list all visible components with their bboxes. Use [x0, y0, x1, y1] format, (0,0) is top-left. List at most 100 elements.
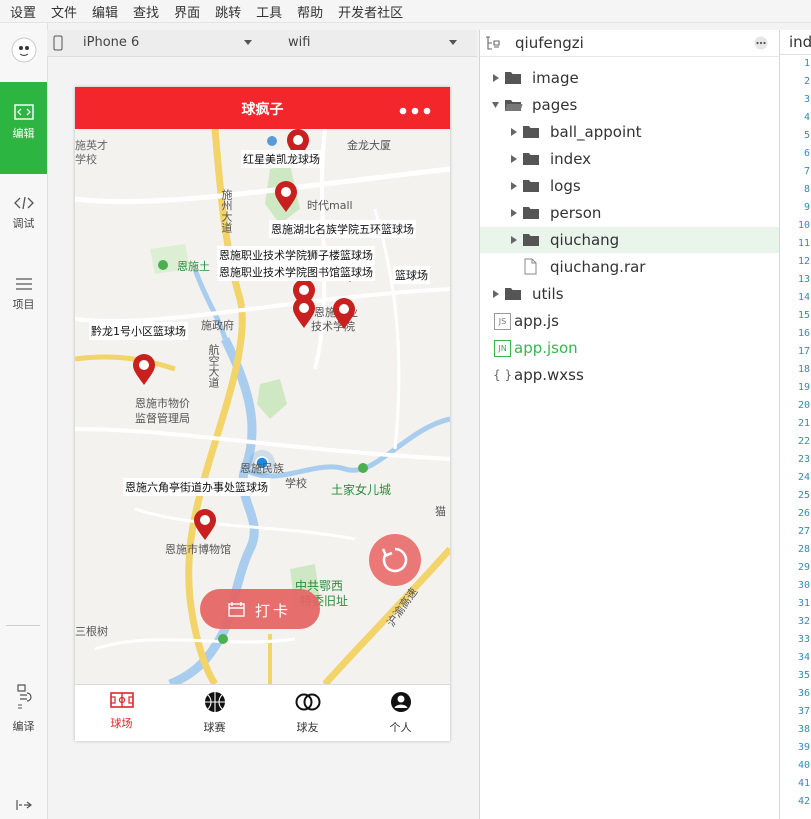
chevron-down-icon[interactable] [244, 40, 252, 45]
js-file-icon: JS [494, 313, 511, 330]
tab-profile[interactable]: 个人 [354, 691, 447, 735]
court-marker[interactable] [332, 298, 356, 330]
line-number: 28 [797, 544, 810, 555]
line-number: 5 [803, 130, 810, 141]
court-marker[interactable] [193, 509, 217, 541]
menu-tools[interactable]: 工具 [256, 2, 282, 21]
line-number: 1 [803, 58, 810, 69]
split-icon [15, 800, 32, 810]
line-number: 41 [797, 778, 810, 789]
line-number: 21 [797, 418, 810, 429]
line-number: 27 [797, 526, 810, 537]
editor-tab[interactable]: ind [780, 30, 811, 55]
tree-folder[interactable]: pages [480, 92, 779, 118]
folder-icon [505, 288, 521, 300]
tree-item-label: logs [550, 177, 581, 195]
line-number: 15 [797, 310, 810, 321]
line-number: 26 [797, 508, 810, 519]
chevron-right-icon [511, 182, 517, 190]
line-number: 6 [803, 148, 810, 159]
tree-item-label: pages [532, 96, 578, 114]
friends-icon [295, 693, 320, 711]
app-tabbar: 球场 球赛 球友 个人 [75, 684, 450, 741]
court-marker[interactable] [274, 181, 298, 213]
tree-item-label: app.js [514, 312, 559, 330]
calendar-icon [228, 602, 245, 617]
activity-compile[interactable]: 编译 [0, 683, 47, 734]
tab-matches[interactable]: 球赛 [168, 691, 261, 735]
tree-folder[interactable]: person [480, 200, 779, 226]
profile-icon [390, 692, 411, 712]
checkin-button[interactable]: 打卡 [200, 589, 320, 629]
basketball-icon [204, 692, 225, 712]
activity-debug[interactable]: 调试 [0, 196, 47, 231]
line-number: 14 [797, 292, 810, 303]
menu-help[interactable]: 帮助 [297, 2, 323, 21]
activity-edit[interactable]: 编辑 [0, 82, 47, 174]
menu-view[interactable]: 界面 [174, 2, 200, 21]
line-number: 7 [803, 166, 810, 177]
tree-folder[interactable]: qiuchang [480, 227, 779, 253]
chevron-right-icon [493, 290, 499, 298]
tree-file[interactable]: JN app.json [480, 335, 779, 361]
network-select[interactable]: wifi [288, 35, 310, 50]
line-number: 32 [797, 616, 810, 627]
chevron-down-icon[interactable] [449, 40, 457, 45]
refresh-button[interactable] [369, 534, 421, 586]
avatar[interactable] [0, 37, 47, 66]
tree-folder[interactable]: image [480, 65, 779, 91]
line-number: 42 [797, 796, 810, 807]
court-icon [109, 692, 134, 708]
line-number: 29 [797, 562, 810, 573]
explorer-header: qiufengzi [480, 30, 779, 57]
tree-file[interactable]: qiuchang.rar [480, 254, 779, 280]
more-menu-button[interactable] [399, 104, 431, 119]
tree-item-label: index [550, 150, 592, 168]
line-number: 9 [803, 202, 810, 213]
activity-project[interactable]: 项目 [0, 277, 47, 312]
menu-community[interactable]: 开发者社区 [338, 2, 403, 21]
line-number: 13 [797, 274, 810, 285]
line-number: 35 [797, 670, 810, 681]
menu-edit[interactable]: 编辑 [92, 2, 118, 21]
court-label: 恩施职业技术学院狮子楼篮球场 [217, 246, 375, 264]
refresh-icon [381, 547, 408, 573]
line-number: 2 [803, 76, 810, 87]
tree-folder[interactable]: utils [480, 281, 779, 307]
tab-friends[interactable]: 球友 [261, 691, 354, 735]
tree-file[interactable]: JS app.js [480, 308, 779, 334]
more-options-icon[interactable] [753, 36, 769, 50]
line-number: 31 [797, 598, 810, 609]
line-number: 30 [797, 580, 810, 591]
activity-split[interactable] [0, 798, 47, 815]
tree-folder[interactable]: logs [480, 173, 779, 199]
menu-file[interactable]: 文件 [51, 2, 77, 21]
device-select[interactable]: iPhone 6 [83, 35, 139, 50]
file-icon [524, 258, 537, 275]
menu-goto[interactable]: 跳转 [215, 2, 241, 21]
map-place: 金龙大厦 [347, 139, 391, 152]
editor-tab-label: ind [789, 33, 811, 51]
tree-toggle-icon[interactable] [484, 35, 500, 51]
court-marker[interactable] [292, 297, 316, 329]
phone-icon [53, 35, 63, 51]
map-place: 施州大道 [220, 189, 233, 233]
folder-icon [523, 126, 539, 138]
tree-folder[interactable]: index [480, 146, 779, 172]
menu-find[interactable]: 查找 [133, 2, 159, 21]
code-editor[interactable]: ind 1 2 3 4 5 6 7 8 9 10 11 12 13 14 15 16 17 18 19 20 21 22 2… [779, 30, 811, 819]
file-explorer: qiufengzi image pages ball_appointindex log… [479, 30, 779, 819]
tab-courts[interactable]: 球场 [75, 691, 168, 731]
menu-bar: 设置 文件 编辑 查找 界面 跳转 工具 帮助 开发者社区 [0, 0, 811, 23]
map-view[interactable]: 施英才 学校 金龙大厦 时代mall 恩施土 施州大道 施政府 航空大道 恩施市… [75, 129, 450, 684]
map-place: 土家女儿城 [331, 483, 392, 497]
tree-file[interactable]: { } app.wxss [480, 362, 779, 388]
chevron-right-icon [511, 155, 517, 163]
menu-settings[interactable]: 设置 [10, 2, 36, 21]
court-label: 恩施湖北名族学院五环篮球场 [269, 220, 416, 238]
tree-folder[interactable]: ball_appoint [480, 119, 779, 145]
line-number: 4 [803, 112, 810, 123]
wxss-file-icon: { } [493, 368, 513, 382]
court-marker[interactable] [132, 354, 156, 386]
map-place: 三根树 [75, 625, 108, 638]
